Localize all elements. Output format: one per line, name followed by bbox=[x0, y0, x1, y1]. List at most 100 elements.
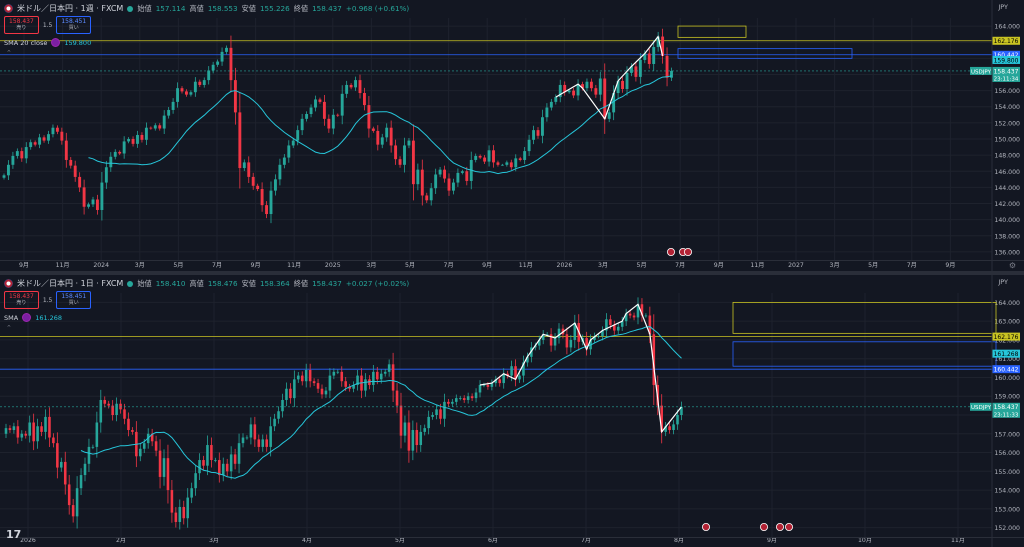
sma-indicator-legend[interactable]: SMA 161.268 bbox=[4, 313, 62, 322]
candle-body bbox=[371, 128, 375, 131]
x-tick-label: 7月 bbox=[212, 262, 222, 269]
candle-body bbox=[443, 169, 446, 179]
chevron-up-icon[interactable]: ⌃ bbox=[6, 324, 12, 332]
candle-body bbox=[48, 416, 51, 438]
settings-gear-icon[interactable]: ⚙ bbox=[1009, 261, 1016, 270]
daily-chart-canvas[interactable]: 152.000 153.000 154.000 155.000 156.000 157.0… bbox=[0, 275, 1024, 547]
candle-body bbox=[420, 169, 424, 196]
x-tick-label: 3月 bbox=[135, 262, 145, 269]
candle-body bbox=[73, 165, 77, 177]
candle-body bbox=[107, 403, 110, 406]
chevron-up-icon[interactable]: ⌃ bbox=[6, 49, 12, 57]
high-label: 高値 bbox=[189, 278, 204, 288]
indicator-settings-icon[interactable] bbox=[51, 38, 61, 47]
y-tick-label: 157.000 bbox=[994, 431, 1020, 438]
event-flag-icon bbox=[785, 522, 794, 531]
candle-body bbox=[20, 433, 24, 438]
candle-body bbox=[249, 424, 253, 438]
x-tick-label: 11月 bbox=[56, 262, 70, 269]
candle-body bbox=[142, 443, 146, 449]
buy-button[interactable]: 158.451 買い bbox=[56, 16, 92, 34]
sell-button[interactable]: 158.437 売り bbox=[4, 291, 39, 309]
candle-body bbox=[245, 437, 249, 439]
x-tick-label: 11月 bbox=[951, 537, 965, 544]
low-label: 安値 bbox=[241, 278, 256, 288]
candle-body bbox=[603, 78, 607, 119]
sell-price: 158.437 bbox=[9, 18, 34, 25]
candle-body bbox=[300, 375, 304, 382]
sell-button[interactable]: 158.437 売り bbox=[4, 16, 39, 34]
candle-body bbox=[83, 463, 87, 476]
ticker-tag: USDJPY bbox=[971, 69, 992, 75]
x-tick-label: 2027 bbox=[788, 262, 804, 269]
candle-body bbox=[154, 441, 158, 451]
candle-body bbox=[287, 145, 291, 158]
candle-body bbox=[634, 66, 638, 77]
candle-body bbox=[510, 366, 513, 376]
x-tick-label: 4月 bbox=[302, 537, 312, 544]
candle-body bbox=[478, 384, 482, 393]
candle-body bbox=[123, 409, 126, 419]
candle-body bbox=[496, 162, 500, 165]
usd-jpy-flag-icon bbox=[4, 4, 13, 13]
candle-body bbox=[460, 171, 464, 173]
candle-body bbox=[438, 169, 442, 175]
x-tick-label: 6月 bbox=[488, 537, 498, 544]
candle-body bbox=[308, 369, 312, 382]
x-tick-label: 2月 bbox=[116, 537, 126, 544]
candle-body bbox=[69, 159, 73, 166]
candle-body bbox=[63, 461, 67, 485]
trade-buttons: 158.437 売り 1.5 158.451 買い bbox=[4, 16, 92, 34]
candle-body bbox=[56, 443, 59, 468]
candle-body bbox=[398, 159, 402, 165]
candle-body bbox=[455, 398, 458, 402]
candle-body bbox=[585, 81, 589, 89]
sell-label: 売り bbox=[16, 300, 27, 306]
weekly-chart-canvas[interactable]: 136.000 138.000 140.000 142.000 144.000 146.0… bbox=[0, 0, 1024, 272]
candle-body bbox=[52, 437, 55, 444]
spread-value: 1.5 bbox=[42, 296, 53, 304]
candle-body bbox=[104, 167, 108, 183]
daily-chart-pane[interactable]: 152.000 153.000 154.000 155.000 156.000 157.0… bbox=[0, 275, 1024, 547]
candle-body bbox=[51, 127, 55, 135]
candle-body bbox=[214, 460, 217, 461]
candle-body bbox=[621, 80, 624, 89]
close-value: 158.437 bbox=[312, 279, 342, 288]
candle-body bbox=[305, 113, 309, 119]
y-tick-label: 164.000 bbox=[994, 24, 1020, 31]
buy-price: 158.451 bbox=[61, 18, 87, 25]
candle-body bbox=[166, 458, 170, 491]
candle-body bbox=[189, 92, 193, 95]
indicator-value: 159.800 bbox=[64, 38, 92, 47]
close-label: 終値 bbox=[293, 278, 309, 288]
candle-body bbox=[211, 64, 215, 71]
candle-body bbox=[265, 205, 268, 215]
candle-body bbox=[185, 91, 188, 95]
candle-body bbox=[220, 51, 224, 62]
candle-body bbox=[598, 78, 602, 95]
candle-body bbox=[458, 398, 462, 399]
candle-body bbox=[668, 426, 671, 431]
x-tick-label: 10月 bbox=[858, 537, 872, 544]
price-label: 162.176 bbox=[994, 334, 1019, 341]
candle-body bbox=[91, 446, 95, 448]
indicator-settings-icon[interactable] bbox=[22, 313, 32, 322]
weekly-chart-pane[interactable]: 136.000 138.000 140.000 142.000 144.000 146.0… bbox=[0, 0, 1024, 272]
candle-body bbox=[331, 114, 335, 129]
currency-label: JPY bbox=[998, 278, 1008, 286]
candle-body bbox=[416, 169, 420, 185]
x-tick-label: 8月 bbox=[674, 537, 684, 544]
candle-body bbox=[180, 88, 184, 92]
candle-body bbox=[64, 140, 68, 160]
sma-indicator-legend[interactable]: SMA 20 close 159.800 bbox=[4, 38, 91, 47]
y-tick-label: 136.000 bbox=[994, 249, 1020, 256]
candle-body bbox=[153, 125, 157, 129]
candle-body bbox=[216, 61, 220, 65]
candle-body bbox=[206, 445, 209, 466]
candle-body bbox=[320, 388, 324, 395]
candle-body bbox=[170, 490, 174, 513]
buy-button[interactable]: 158.451 買い bbox=[56, 291, 92, 309]
buy-label: 買い bbox=[68, 25, 79, 31]
change-value: +0.968 (+0.61%) bbox=[345, 4, 410, 13]
candle-body bbox=[427, 416, 430, 429]
